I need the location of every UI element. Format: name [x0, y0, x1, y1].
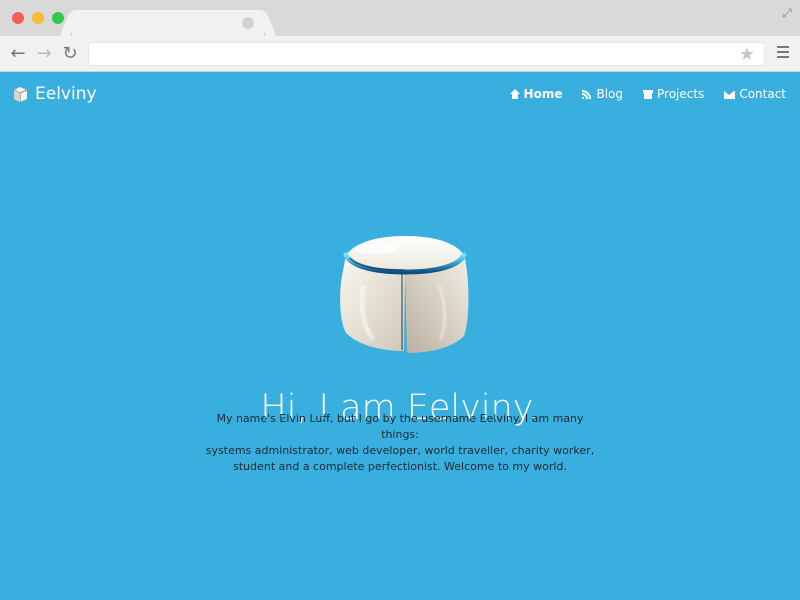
nav-home-label: Home: [523, 87, 563, 101]
fullscreen-icon[interactable]: ⤢: [780, 6, 794, 20]
nav-blog-label: Blog: [596, 87, 623, 101]
bio-line: student and a complete perfectionist. We…: [233, 460, 567, 473]
nav-contact-label: Contact: [739, 87, 786, 101]
forward-arrow-icon[interactable]: →: [34, 44, 54, 64]
envelope-icon: [724, 90, 736, 99]
rss-icon: [582, 89, 592, 99]
brand-name: Eelviny: [35, 84, 97, 104]
nav-home[interactable]: Home: [509, 86, 563, 102]
maximize-window-button[interactable]: [52, 12, 64, 24]
website-page: Eelviny Home Blog Projects Contact Hi, I…: [0, 72, 800, 600]
bio-line: My name's Elvin Luff, but I go by the us…: [216, 412, 584, 441]
reload-icon[interactable]: ↻: [60, 44, 80, 64]
main-navigation: Home Blog Projects Contact: [509, 86, 786, 102]
browser-title-bar: ⤢: [0, 0, 800, 36]
nav-contact[interactable]: Contact: [724, 86, 786, 102]
bio-line: systems administrator, web developer, wo…: [205, 444, 595, 457]
nav-blog[interactable]: Blog: [582, 86, 623, 102]
archive-icon: [643, 89, 653, 99]
browser-tab[interactable]: [72, 10, 264, 36]
back-arrow-icon[interactable]: ←: [8, 44, 28, 64]
brand-cube-icon: [12, 86, 29, 103]
nav-projects-label: Projects: [657, 87, 705, 101]
browser-menu-icon[interactable]: [777, 46, 789, 60]
home-icon: [509, 89, 520, 99]
browser-toolbar: ← → ↻ ★: [0, 36, 800, 72]
hero-cube-logo: [338, 230, 472, 358]
site-brand[interactable]: Eelviny: [12, 83, 97, 105]
close-tab-icon[interactable]: [242, 17, 254, 29]
address-bar[interactable]: ★: [88, 42, 765, 66]
bookmark-star-icon[interactable]: ★: [739, 44, 755, 65]
close-window-button[interactable]: [12, 12, 24, 24]
intro-bio: My name's Elvin Luff, but I go by the us…: [200, 411, 600, 475]
minimize-window-button[interactable]: [32, 12, 44, 24]
nav-projects[interactable]: Projects: [643, 86, 704, 102]
